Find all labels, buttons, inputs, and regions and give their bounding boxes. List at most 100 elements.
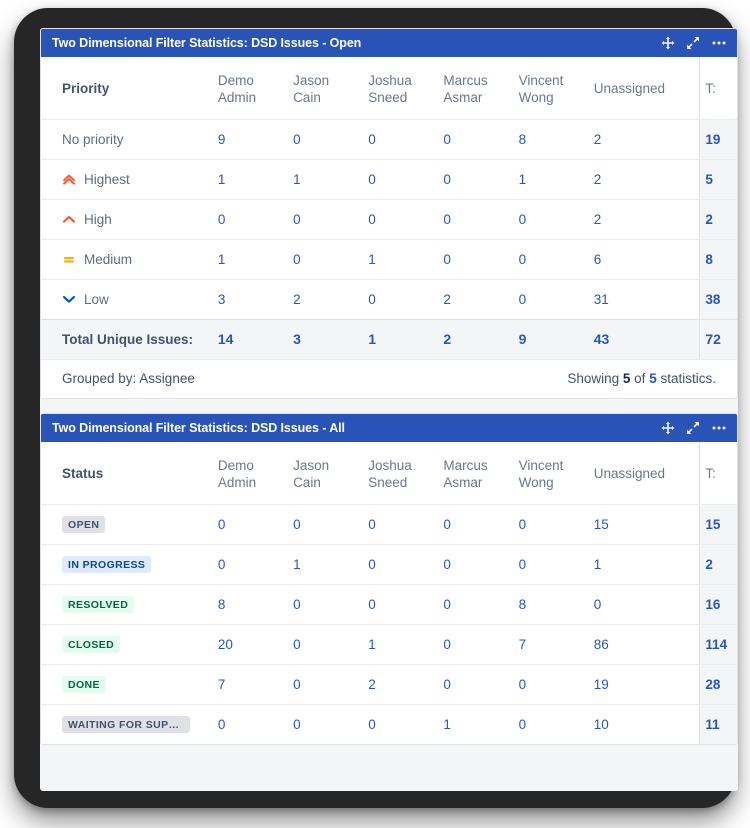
column-header-person[interactable]: Joshua Sneed	[368, 57, 444, 120]
move-icon[interactable]	[661, 36, 675, 50]
column-header-person[interactable]: Marcus Asmar	[443, 57, 519, 120]
stat-value[interactable]: 0	[519, 504, 594, 544]
total-stat-value[interactable]: 9	[518, 318, 594, 359]
column-header-person[interactable]: Joshua Sneed	[368, 442, 444, 505]
stat-value[interactable]: 7	[217, 663, 294, 704]
stat-value[interactable]: 0	[217, 703, 294, 744]
stat-value[interactable]: 0	[217, 543, 294, 584]
column-header-unassigned[interactable]: Unassigned	[593, 442, 700, 505]
stat-value[interactable]: 2	[293, 278, 369, 319]
stat-value[interactable]: 8	[518, 583, 594, 624]
status-badge[interactable]: CLOSED	[62, 635, 121, 653]
stat-value[interactable]: 7	[518, 623, 594, 664]
total-stat-value[interactable]: 43	[593, 318, 700, 359]
stat-value[interactable]: 0	[443, 238, 519, 279]
column-header-total[interactable]: T:	[699, 442, 737, 505]
column-header-person[interactable]: Vincent Wong	[518, 57, 594, 120]
table-scroll-area[interactable]: Priority Demo Admin Jason Cain Joshua Sneed Mar…	[41, 57, 737, 359]
stat-value[interactable]: 0	[293, 703, 369, 744]
row-total-value[interactable]: 11	[699, 703, 737, 744]
status-badge[interactable]: WAITING FOR SUPPO…	[62, 715, 190, 733]
stat-value[interactable]: 1	[293, 158, 369, 199]
priority-label[interactable]: Low	[84, 292, 109, 307]
stat-value[interactable]: 2	[594, 119, 700, 159]
column-header-total[interactable]: T:	[699, 57, 737, 120]
stat-value[interactable]: 0	[518, 543, 594, 584]
status-badge[interactable]: RESOLVED	[62, 595, 135, 613]
row-total-value[interactable]: 15	[699, 504, 737, 544]
stat-value[interactable]: 1	[368, 238, 444, 279]
status-badge[interactable]: DONE	[62, 675, 106, 693]
stat-value[interactable]: 0	[218, 504, 293, 544]
row-total-value[interactable]: 114	[699, 623, 737, 664]
row-total-value[interactable]: 2	[699, 543, 737, 584]
row-total-value[interactable]: 2	[699, 198, 737, 239]
stat-value[interactable]: 0	[593, 583, 700, 624]
stat-value[interactable]: 0	[293, 238, 369, 279]
priority-label[interactable]: No priority	[62, 132, 124, 147]
stat-value[interactable]: 0	[293, 583, 369, 624]
stat-value[interactable]: 0	[368, 278, 444, 319]
stat-value[interactable]: 2	[368, 663, 444, 704]
stat-value[interactable]: 0	[443, 623, 519, 664]
stat-value[interactable]: 0	[293, 504, 368, 544]
stat-value[interactable]: 9	[218, 119, 293, 159]
stat-value[interactable]: 2	[593, 198, 700, 239]
more-options-icon[interactable]	[711, 421, 727, 435]
row-total-value[interactable]: 16	[699, 583, 737, 624]
stat-value[interactable]: 1	[368, 623, 444, 664]
stat-value[interactable]: 0	[443, 583, 519, 624]
stat-value[interactable]: 15	[594, 504, 700, 544]
stat-value[interactable]: 0	[518, 663, 594, 704]
stat-value[interactable]: 0	[368, 119, 443, 159]
stat-value[interactable]: 1	[293, 543, 369, 584]
stat-value[interactable]: 2	[593, 158, 700, 199]
stat-value[interactable]: 0	[443, 663, 519, 704]
expand-icon[interactable]	[686, 36, 700, 50]
status-badge[interactable]: IN PROGRESS	[62, 555, 152, 573]
stat-value[interactable]: 0	[217, 198, 294, 239]
stat-value[interactable]: 0	[368, 583, 444, 624]
stat-value[interactable]: 1	[593, 543, 700, 584]
priority-label[interactable]: High	[84, 212, 112, 227]
stat-value[interactable]: 0	[443, 504, 518, 544]
stat-value[interactable]: 0	[368, 543, 444, 584]
stat-value[interactable]: 0	[518, 703, 594, 744]
stat-value[interactable]: 6	[593, 238, 700, 279]
expand-icon[interactable]	[686, 421, 700, 435]
total-stat-value[interactable]: 1	[368, 318, 444, 359]
stat-value[interactable]: 19	[593, 663, 700, 704]
status-badge[interactable]: OPEN	[62, 515, 106, 533]
move-icon[interactable]	[661, 421, 675, 435]
stat-value[interactable]: 0	[293, 119, 368, 159]
stat-value[interactable]: 20	[217, 623, 294, 664]
stat-value[interactable]: 0	[368, 158, 444, 199]
row-total-value[interactable]: 28	[699, 663, 737, 704]
column-header-person[interactable]: Jason Cain	[293, 57, 369, 120]
stat-value[interactable]: 0	[518, 198, 594, 239]
stat-value[interactable]: 2	[443, 278, 519, 319]
row-total-value[interactable]: 8	[699, 238, 737, 279]
stat-value[interactable]: 0	[368, 198, 444, 239]
stat-value[interactable]: 0	[443, 543, 519, 584]
total-stat-value[interactable]: 14	[217, 318, 294, 359]
stat-value[interactable]: 0	[443, 158, 519, 199]
column-header-person[interactable]: Demo Admin	[217, 442, 294, 505]
priority-label[interactable]: Medium	[84, 252, 132, 267]
stat-value[interactable]: 86	[593, 623, 700, 664]
column-header-person[interactable]: Jason Cain	[293, 442, 369, 505]
stat-value[interactable]: 8	[519, 119, 594, 159]
column-header-unassigned[interactable]: Unassigned	[593, 57, 700, 120]
stat-value[interactable]: 1	[443, 703, 519, 744]
stat-value[interactable]: 8	[217, 583, 294, 624]
stat-value[interactable]: 1	[217, 158, 294, 199]
more-options-icon[interactable]	[711, 36, 727, 50]
stat-value[interactable]: 0	[518, 238, 594, 279]
stat-value[interactable]: 1	[518, 158, 594, 199]
stat-value[interactable]: 0	[518, 278, 594, 319]
row-total-value[interactable]: 38	[699, 278, 737, 319]
column-header-row-label[interactable]: Status	[41, 442, 218, 505]
stat-value[interactable]: 0	[293, 623, 369, 664]
stat-value[interactable]: 10	[593, 703, 700, 744]
priority-label[interactable]: Highest	[84, 172, 130, 187]
